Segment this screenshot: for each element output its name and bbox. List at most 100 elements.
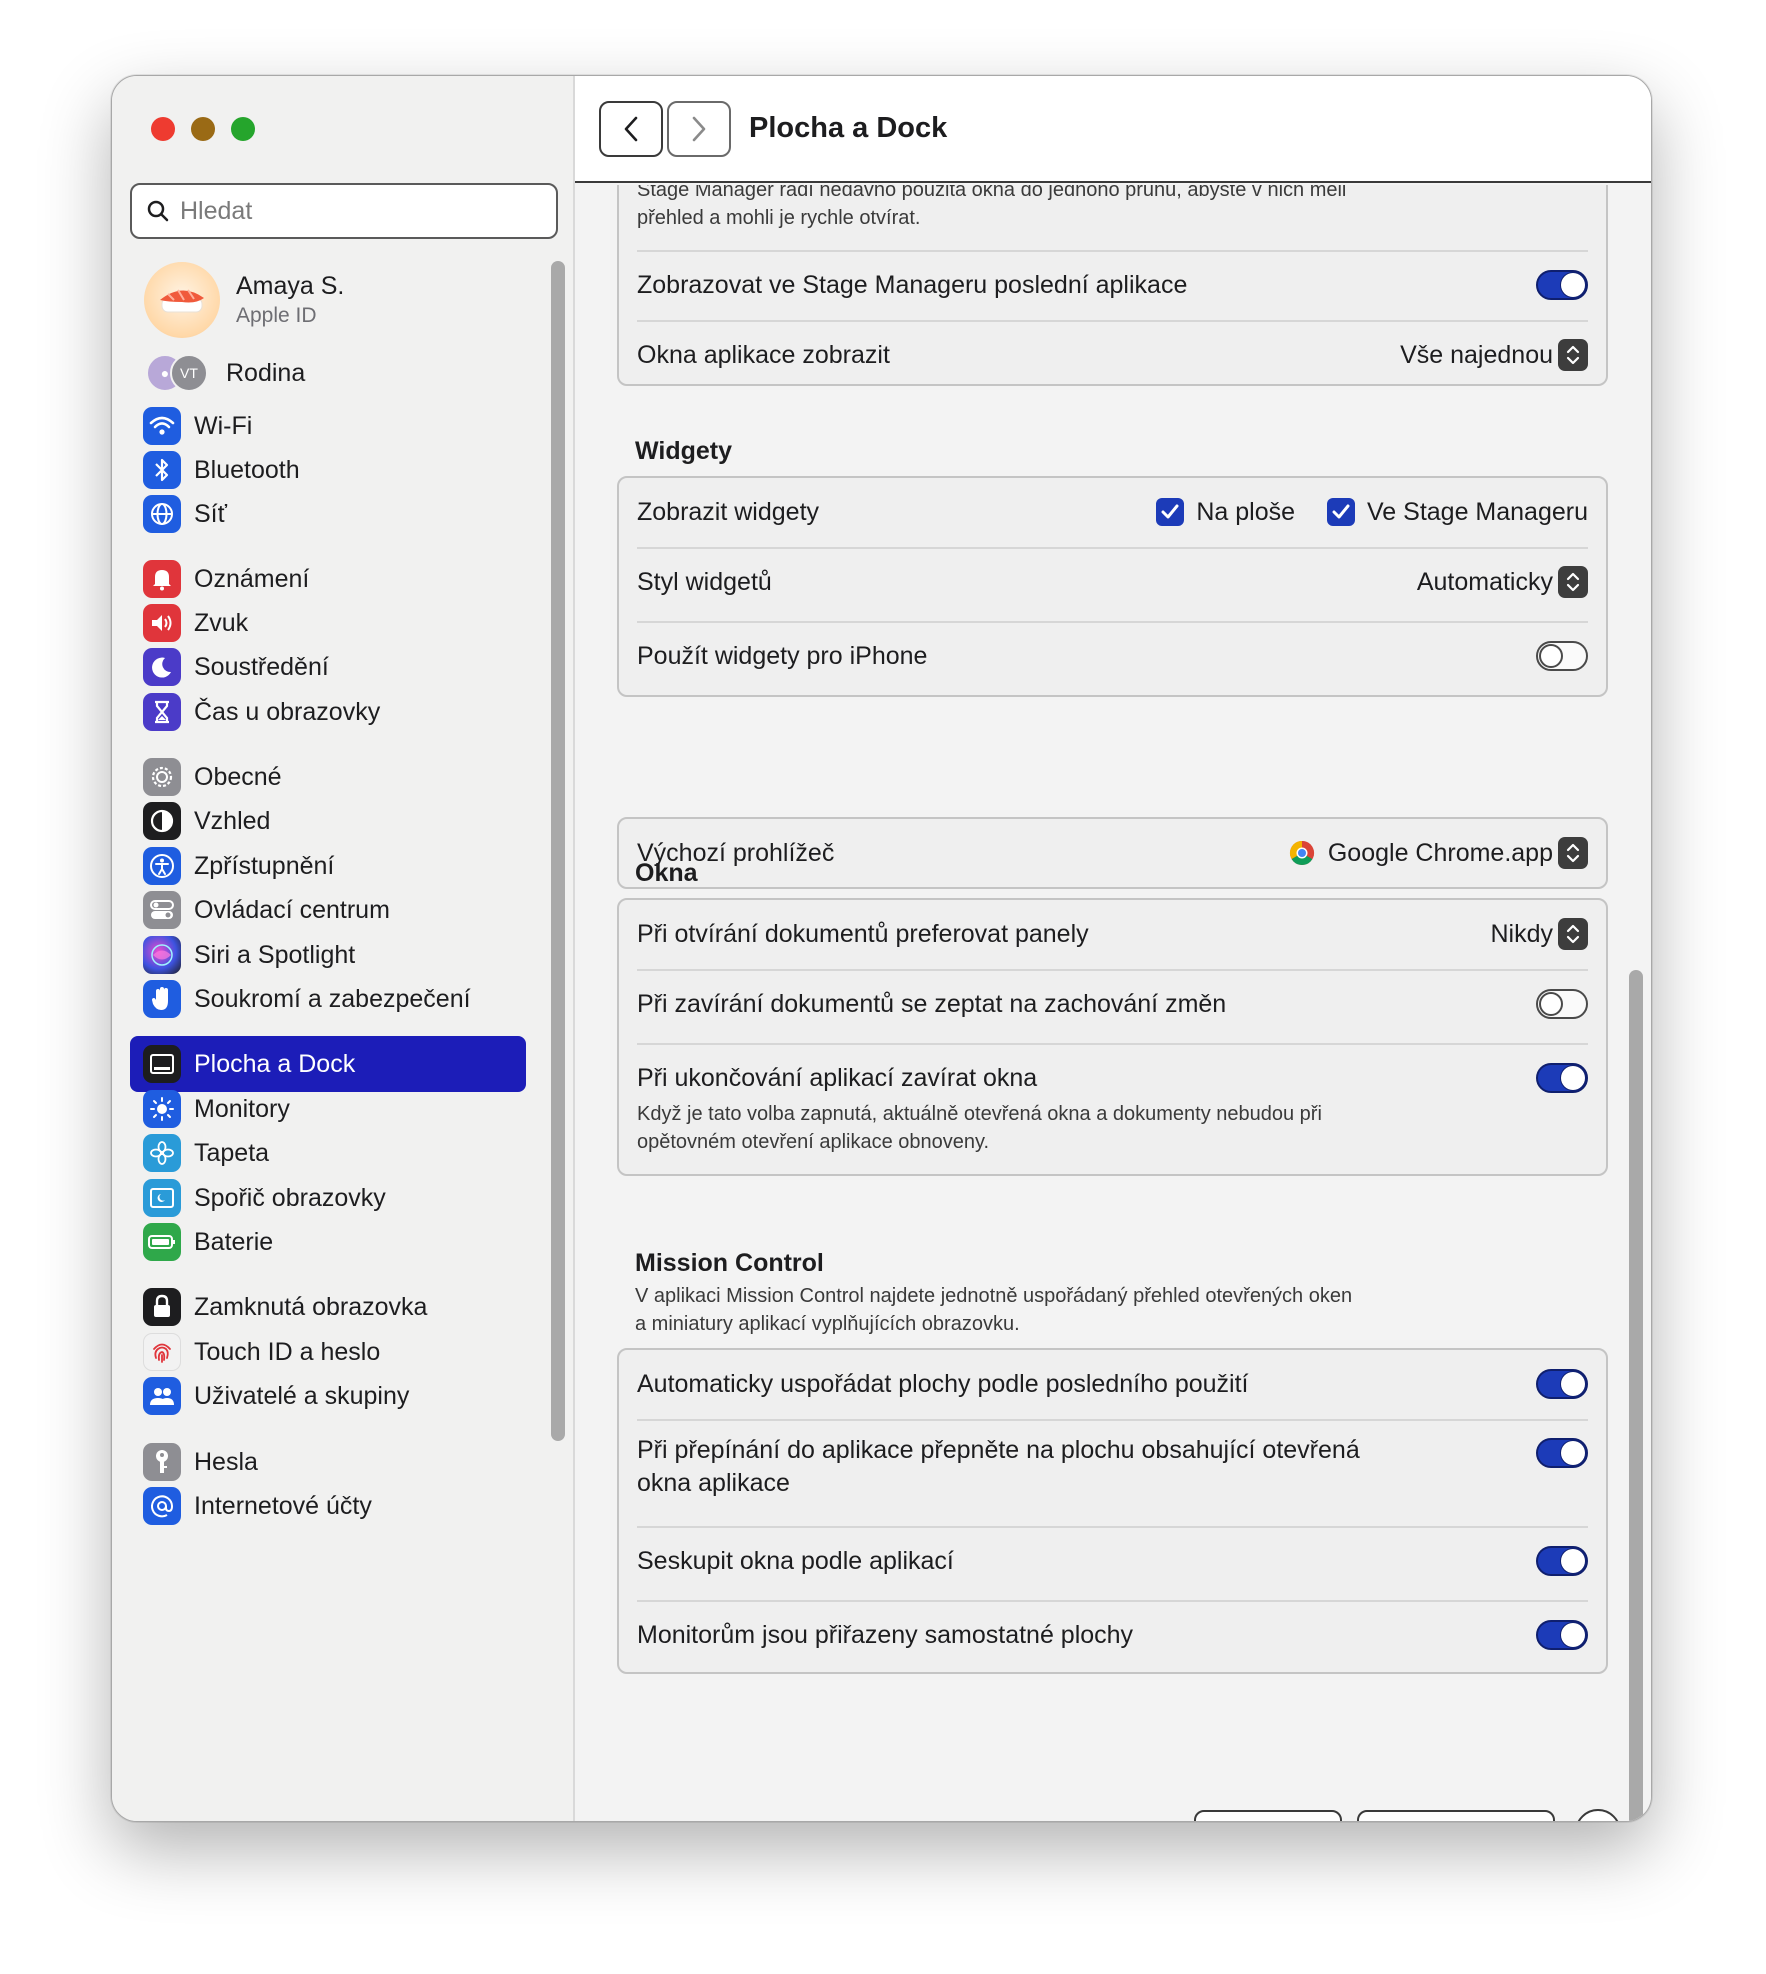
forward-button[interactable] bbox=[667, 100, 731, 157]
sidebar-item-label: Čas u obrazovky bbox=[194, 697, 381, 726]
accessibility-icon bbox=[143, 847, 181, 885]
flower-icon bbox=[143, 1134, 181, 1172]
checkmark-icon bbox=[1327, 498, 1355, 526]
siri-icon bbox=[143, 936, 181, 974]
widgets-section-title: Widgety bbox=[635, 437, 732, 465]
show-recent-apps-label: Zobrazovat ve Stage Manageru poslední ap… bbox=[637, 270, 1188, 299]
hand-icon bbox=[143, 980, 181, 1018]
sidebar-item-privacy[interactable]: Soukromí a zabezpečení bbox=[130, 971, 526, 1027]
app-windows-popup[interactable]: Vše najednou bbox=[1400, 339, 1588, 371]
sidebar-item-label: Soustředění bbox=[194, 652, 329, 681]
sidebar-item-label: Ovládací centrum bbox=[194, 895, 390, 924]
switch-space-label: Při přepínání do aplikace přepněte na pl… bbox=[637, 1436, 1360, 1464]
sushi-icon bbox=[160, 289, 204, 313]
prefer-tabs-popup[interactable]: Nikdy bbox=[1490, 918, 1588, 950]
sidebar-item-label: Tapeta bbox=[194, 1138, 270, 1167]
stage-manager-group: Stage Manager řadí nedávno použitá okna … bbox=[617, 185, 1608, 386]
default-browser-value: Google Chrome.app bbox=[1327, 838, 1553, 867]
sidebar-item-internet-accounts[interactable]: Internetové účty bbox=[130, 1478, 526, 1534]
main-scrollbar[interactable] bbox=[1629, 970, 1643, 1821]
mission-control-group: Automaticky uspořádat plochy podle posle… bbox=[617, 1348, 1608, 1674]
profile-name: Amaya S. bbox=[236, 272, 345, 300]
divider bbox=[637, 320, 1588, 322]
separate-spaces-label: Monitorům jsou přiřazeny samostatné ploc… bbox=[637, 1620, 1134, 1649]
widgets-stage-checkbox[interactable]: Ve Stage Manageru bbox=[1327, 498, 1588, 527]
sidebar-item-label: Uživatelé a skupiny bbox=[194, 1381, 410, 1410]
dock-icon bbox=[143, 1045, 181, 1083]
widgets-desktop-label: Na ploše bbox=[1196, 497, 1295, 526]
prefer-tabs-value: Nikdy bbox=[1490, 919, 1553, 948]
divider bbox=[637, 250, 1588, 252]
stage-description: přehled a mohli je rychle otvírat. bbox=[637, 207, 921, 229]
default-browser-popup[interactable]: Google Chrome.app bbox=[1288, 837, 1588, 869]
sidebar-item-label: Obecné bbox=[194, 762, 282, 791]
bell-icon bbox=[143, 560, 181, 598]
sidebar-item-label: Spořič obrazovky bbox=[194, 1183, 386, 1212]
apple-id-profile[interactable]: Amaya S. Apple ID bbox=[144, 262, 344, 338]
search-input[interactable] bbox=[180, 196, 540, 226]
sidebar-item-battery[interactable]: Baterie bbox=[130, 1214, 526, 1270]
sidebar-item-network[interactable]: Síť bbox=[130, 486, 526, 542]
bluetooth-icon bbox=[143, 451, 181, 489]
sidebar-item-label: Touch ID a heslo bbox=[194, 1337, 381, 1366]
iphone-widgets-toggle[interactable] bbox=[1536, 641, 1588, 671]
family-item[interactable]: ● VT Rodina bbox=[146, 354, 305, 392]
sidebar-item-screen-time[interactable]: Čas u obrazovky bbox=[130, 684, 526, 740]
divider bbox=[637, 1419, 1588, 1421]
help-button[interactable]: ? bbox=[1575, 1809, 1621, 1821]
at-icon bbox=[143, 1487, 181, 1525]
window-controls bbox=[151, 117, 255, 141]
key-icon bbox=[143, 1443, 181, 1481]
ask-keep-changes-toggle[interactable] bbox=[1536, 989, 1588, 1019]
avatar bbox=[144, 262, 220, 338]
group-by-app-toggle[interactable] bbox=[1536, 1546, 1588, 1576]
toolbar: Plocha a Dock bbox=[575, 76, 1651, 183]
sidebar-item-label: Internetové účty bbox=[194, 1491, 372, 1520]
widget-style-popup[interactable]: Automaticky bbox=[1417, 566, 1588, 598]
sidebar-item-label: Zpřístupnění bbox=[194, 851, 335, 880]
back-button[interactable] bbox=[599, 100, 663, 157]
divider bbox=[637, 547, 1588, 549]
hot-corners-button[interactable]: Aktivní rohy… bbox=[1357, 1810, 1555, 1821]
zoom-window-button[interactable] bbox=[231, 117, 255, 141]
sidebar-scrollbar[interactable] bbox=[551, 261, 565, 1441]
mission-control-description-line: V aplikaci Mission Control najdete jedno… bbox=[635, 1285, 1353, 1307]
windows-group: Při otvírání dokumentů preferovat panely… bbox=[617, 898, 1608, 1176]
sidebar-item-label: Siri a Spotlight bbox=[194, 940, 356, 969]
sidebar-item-label: Soukromí a zabezpečení bbox=[194, 984, 471, 1013]
widget-style-value: Automaticky bbox=[1416, 567, 1553, 596]
search-field[interactable] bbox=[130, 183, 558, 239]
sidebar-item-label: Vzhled bbox=[194, 806, 271, 835]
sidebar-item-users[interactable]: Uživatelé a skupiny bbox=[130, 1368, 526, 1424]
screensaver-icon bbox=[143, 1179, 181, 1217]
control-center-icon bbox=[143, 891, 181, 929]
speaker-icon bbox=[143, 604, 181, 642]
switch-space-label: okna aplikace bbox=[637, 1469, 790, 1497]
sidebar-item-label: Wi-Fi bbox=[194, 411, 253, 440]
app-windows-value: Vše najednou bbox=[1400, 340, 1553, 369]
sidebar-item-label: Síť bbox=[194, 499, 227, 528]
shortcuts-button[interactable]: Zkratky… bbox=[1194, 1810, 1342, 1821]
settings-content: Stage Manager řadí nedávno použitá okna … bbox=[575, 185, 1651, 1821]
stepper-icon bbox=[1558, 566, 1588, 598]
show-recent-apps-toggle[interactable] bbox=[1536, 270, 1588, 300]
settings-window: Amaya S. Apple ID ● VT Rodina Wi-Fi Blue… bbox=[111, 75, 1652, 1822]
sidebar-item-label: Plocha a Dock bbox=[194, 1049, 356, 1078]
mission-control-section-title: Mission Control bbox=[635, 1249, 824, 1277]
wifi-icon bbox=[143, 407, 181, 445]
sidebar-item-label: Oznámení bbox=[194, 564, 310, 593]
widgets-desktop-checkbox[interactable]: Na ploše bbox=[1156, 498, 1295, 527]
appearance-icon bbox=[143, 802, 181, 840]
close-windows-toggle[interactable] bbox=[1536, 1063, 1588, 1093]
separate-spaces-toggle[interactable] bbox=[1536, 1620, 1588, 1650]
switch-space-toggle[interactable] bbox=[1536, 1438, 1588, 1468]
auto-rearrange-toggle[interactable] bbox=[1536, 1369, 1588, 1399]
divider bbox=[637, 1526, 1588, 1528]
mission-control-description-line: a miniatury aplikací vyplňujících obrazo… bbox=[635, 1313, 1020, 1335]
close-windows-description: Když je tato volba zapnutá, aktuálně ote… bbox=[637, 1103, 1322, 1125]
sidebar: Amaya S. Apple ID ● VT Rodina Wi-Fi Blue… bbox=[112, 76, 575, 1821]
checkmark-icon bbox=[1156, 498, 1185, 526]
close-window-button[interactable] bbox=[151, 117, 175, 141]
fingerprint-icon bbox=[143, 1333, 181, 1371]
minimize-window-button[interactable] bbox=[191, 117, 215, 141]
